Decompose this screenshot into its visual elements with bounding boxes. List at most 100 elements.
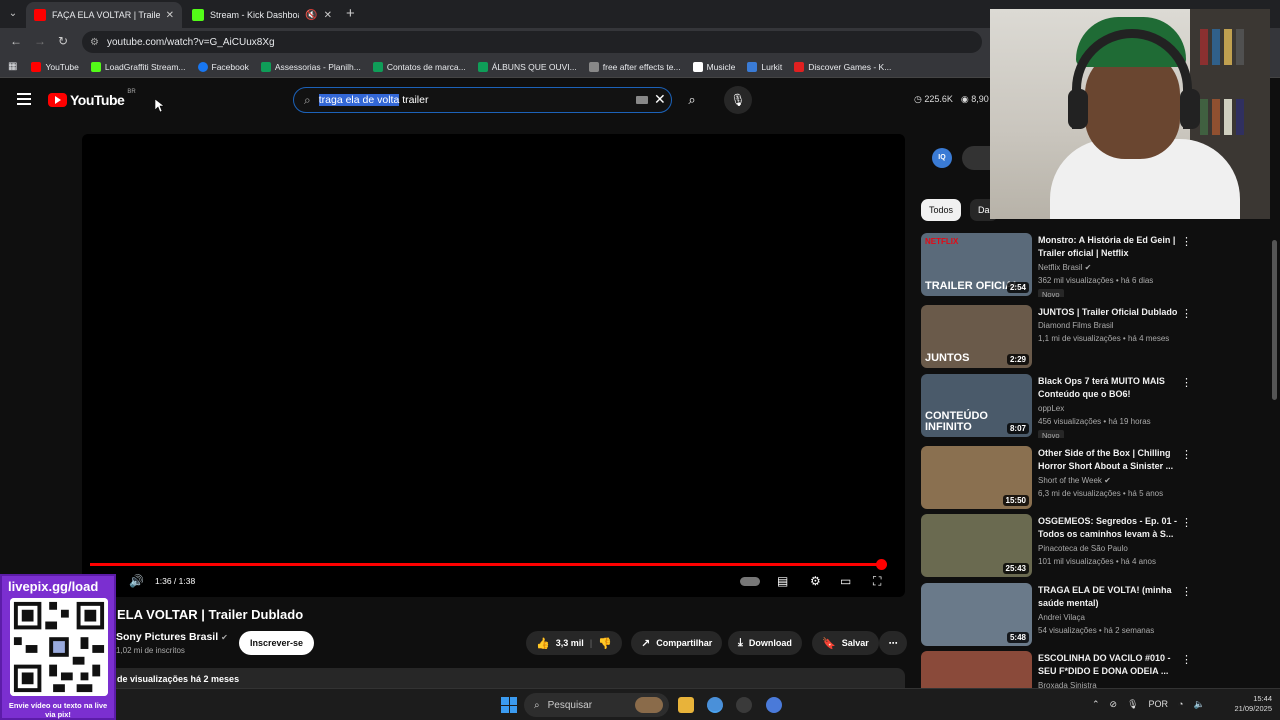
new-tab-button[interactable]: +: [346, 5, 355, 22]
bookmark-musicle[interactable]: Musicle: [692, 61, 735, 72]
subtitles-icon[interactable]: ▤: [777, 574, 788, 588]
video-title[interactable]: ESCOLINHA DO VACILO #010 - SEU F*DIDO E …: [1038, 652, 1178, 678]
more-options-icon[interactable]: ⋮: [1181, 235, 1191, 248]
reload-icon[interactable]: ↻: [58, 34, 68, 48]
close-tab-icon[interactable]: ✕: [166, 10, 174, 21]
mute-tab-icon[interactable]: 🔇: [305, 10, 317, 21]
url-field[interactable]: ⚙ youtube.com/watch?v=G_AiCUux8Xg: [82, 31, 982, 53]
recommended-video[interactable]: 15:50 Other Side of the Box | Chilling Ho…: [921, 446, 1191, 510]
chevron-up-icon[interactable]: ⌃: [1092, 699, 1100, 710]
video-title[interactable]: OSGEMEOS: Segredos - Ep. 01 - Todos os c…: [1038, 515, 1178, 541]
chrome-icon[interactable]: [707, 697, 723, 713]
video-thumbnail[interactable]: 5:48: [921, 583, 1032, 646]
file-explorer-icon[interactable]: [678, 697, 694, 713]
iq-extension-icon[interactable]: IQ: [932, 148, 952, 168]
page-scrollbar[interactable]: [1271, 80, 1278, 690]
volume-icon[interactable]: 🔊: [129, 574, 144, 588]
bookmark-contatos[interactable]: Contatos de marca...: [372, 61, 466, 72]
description-box[interactable]: de visualizações há 2 meses: [82, 668, 905, 688]
autoplay-toggle[interactable]: [740, 577, 760, 586]
video-title[interactable]: TRAGA ELA DE VOLTA! (minha saúde mental): [1038, 584, 1178, 610]
video-thumbnail[interactable]: NETFLIX TRAILER OFICIAL 2:54: [921, 233, 1032, 296]
more-options-icon[interactable]: ⋮: [1181, 307, 1191, 320]
recommended-video[interactable]: NETFLIX TRAILER OFICIAL 2:54 Monstro: A His…: [921, 233, 1191, 297]
like-icon[interactable]: 👍: [536, 637, 550, 650]
tab-kick-dashboard[interactable]: Stream - Kick Dashboard 🔇 ✕: [184, 2, 340, 28]
obs-icon[interactable]: [736, 697, 752, 713]
video-thumbnail[interactable]: CONTEÚDO INFINITO 8:07: [921, 374, 1032, 437]
fullscreen-icon[interactable]: ⛶: [873, 574, 881, 589]
progress-bar[interactable]: [90, 559, 887, 570]
channel-name[interactable]: oppLex: [1038, 404, 1064, 413]
channel-name[interactable]: Broxada Sinistra: [1038, 681, 1097, 688]
video-thumbnail[interactable]: 25:43: [921, 514, 1032, 577]
wifi-icon[interactable]: ◔: [1178, 699, 1183, 710]
youtube-logo[interactable]: YouTube BR: [48, 89, 136, 108]
menu-icon[interactable]: [17, 93, 31, 105]
recommended-video[interactable]: ESCOLINHA #10ESCOLINHA DO VACILO #010 - …: [921, 651, 1191, 688]
more-options-icon[interactable]: ⋮: [1181, 516, 1191, 529]
search-box[interactable]: ⌕ traga ela de volta trailer ✕: [293, 87, 672, 113]
more-actions-button[interactable]: ⋯: [879, 631, 907, 655]
recommended-video[interactable]: 5:48 TRAGA ELA DE VOLTA! (minha saúde men…: [921, 583, 1191, 647]
recommended-video[interactable]: JUNTOS 2:29 JUNTOS | Trailer Oficial Dubla…: [921, 305, 1191, 369]
system-clock[interactable]: 15:44 21/09/2025: [1224, 694, 1272, 714]
bookmark-free-effects[interactable]: free after effects te...: [588, 61, 681, 72]
more-options-icon[interactable]: ⋮: [1181, 448, 1191, 461]
save-button[interactable]: 🔖 Salvar: [812, 631, 879, 655]
apps-icon[interactable]: ▦: [8, 61, 17, 72]
forward-icon[interactable]: →: [34, 34, 46, 48]
chip-all[interactable]: Todos: [921, 199, 962, 221]
network-icon[interactable]: ⊘: [1110, 699, 1118, 710]
windows-start-icon[interactable]: [501, 697, 517, 713]
channel-name[interactable]: Sony Pictures Brasil ✔: [116, 631, 228, 643]
channel-name[interactable]: Diamond Films Brasil: [1038, 321, 1114, 330]
site-info-icon[interactable]: ⚙: [90, 37, 99, 48]
channel-name[interactable]: Short of the Week ✔: [1038, 476, 1111, 485]
clear-search-icon[interactable]: ✕: [654, 91, 666, 108]
channel-name[interactable]: Pinacoteca de São Paulo: [1038, 544, 1128, 553]
close-tab-icon[interactable]: ✕: [324, 10, 332, 21]
app-icon[interactable]: [766, 697, 782, 713]
more-options-icon[interactable]: ⋮: [1181, 653, 1191, 666]
bookmark-discover-games[interactable]: Discover Games - K...: [794, 61, 891, 72]
speaker-icon[interactable]: 🔈: [1193, 699, 1204, 710]
download-button[interactable]: ⤓ Download: [728, 631, 802, 655]
video-thumbnail[interactable]: JUNTOS 2:29: [921, 305, 1032, 368]
like-count[interactable]: 3,3 mil: [556, 638, 584, 648]
bookmark-assessorias[interactable]: Assessorias - Planilh...: [260, 61, 361, 72]
language-indicator[interactable]: POR: [1149, 699, 1169, 710]
video-thumbnail[interactable]: ESCOLINHA #10: [921, 651, 1032, 688]
more-options-icon[interactable]: ⋮: [1181, 585, 1191, 598]
more-options-icon[interactable]: ⋮: [1181, 376, 1191, 389]
tab-youtube[interactable]: FAÇA ELA VOLTAR | Trailer Dubl ✕: [26, 2, 182, 28]
keyboard-icon[interactable]: [636, 96, 648, 104]
theater-mode-icon[interactable]: ▭: [840, 574, 851, 588]
recommended-video[interactable]: 25:43 OSGEMEOS: Segredos - Ep. 01 - Todos…: [921, 514, 1191, 578]
video-thumbnail[interactable]: 15:50: [921, 446, 1032, 509]
bookmark-albuns[interactable]: ÁLBUNS QUE OUVI...: [477, 61, 577, 72]
bookmark-youtube[interactable]: YouTube: [31, 61, 79, 72]
video-title[interactable]: JUNTOS | Trailer Oficial Dublado: [1038, 306, 1178, 319]
scrollbar-thumb[interactable]: [1272, 240, 1277, 400]
tab-search-button[interactable]: ⌄: [4, 5, 22, 23]
microphone-icon[interactable]: 🎙: [1127, 699, 1138, 710]
channel-name[interactable]: Andrei Vilaça: [1038, 613, 1085, 622]
recommended-video[interactable]: CONTEÚDO INFINITO 8:07 Black Ops 7 terá MU…: [921, 374, 1191, 438]
subscribe-button[interactable]: Inscrever-se: [239, 631, 315, 655]
settings-icon[interactable]: ⚙: [810, 574, 821, 588]
scrubber-handle[interactable]: [876, 559, 887, 570]
bookmark-loadgraffiti[interactable]: LoadGraffiti Stream...: [90, 61, 186, 72]
voice-search-icon[interactable]: 🎙: [724, 86, 752, 114]
dislike-icon[interactable]: 👎: [598, 637, 612, 650]
video-title[interactable]: Other Side of the Box | Chilling Horror …: [1038, 447, 1178, 473]
bookmark-facebook[interactable]: Facebook: [197, 61, 249, 72]
taskbar-search[interactable]: ⌕ Pesquisar: [524, 693, 669, 717]
search-button[interactable]: ⌕: [676, 87, 708, 113]
share-button[interactable]: ↗ Compartilhar: [631, 631, 723, 655]
bookmark-lurkit[interactable]: Lurkit: [747, 61, 782, 72]
video-title[interactable]: Monstro: A História de Ed Gein | Trailer…: [1038, 234, 1178, 260]
video-title[interactable]: Black Ops 7 terá MUITO MAIS Conteúdo que…: [1038, 375, 1178, 401]
video-player[interactable]: 🔊 1:36 / 1:38 ▤ ⚙ ▭ ⛶: [82, 134, 905, 597]
back-icon[interactable]: ←: [10, 34, 22, 48]
